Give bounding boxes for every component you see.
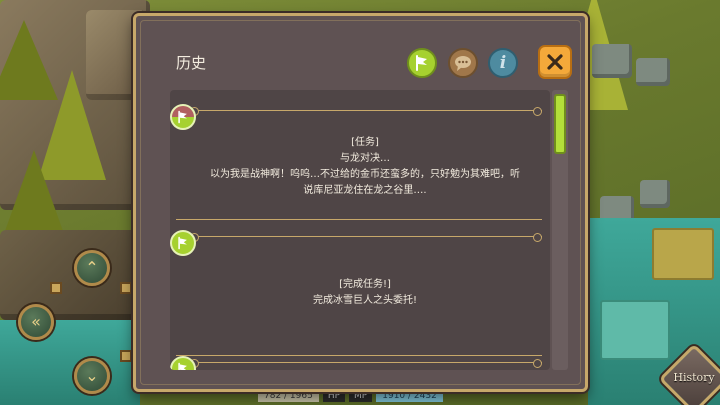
double-chevron-left-icon[interactable]: « (18, 304, 54, 340)
close-icon (547, 54, 563, 70)
chat-bubble-icon (455, 56, 471, 71)
quest-flag-icon (178, 236, 187, 250)
entry-text: [完成任务!] 完成冰雪巨人之头委托! (198, 277, 532, 309)
info-filter-button[interactable]: i (488, 48, 518, 78)
hud-marker (50, 282, 62, 294)
entry-line: [完成任务!] (339, 279, 391, 290)
log-scrollbar[interactable] (552, 90, 568, 370)
entry-quest-badge (170, 356, 196, 370)
entry-line: 与龙对决… (340, 153, 390, 164)
floor-tile (600, 300, 670, 360)
entry-quest-badge (170, 230, 196, 256)
chat-filter-button[interactable] (448, 48, 478, 78)
quest-flag-icon (416, 55, 427, 71)
stone-block (640, 180, 670, 208)
quest-flag-icon (178, 362, 187, 370)
info-icon: i (499, 53, 507, 73)
stone-block (636, 58, 670, 86)
history-log-list[interactable]: [任务] 与龙对决… 以为我是战神啊！呜呜…不过给的金币还蛮多的，只好勉为其难吧… (170, 90, 550, 370)
entry-line: 完成冰雪巨人之头委托! (312, 295, 417, 306)
history-button-label[interactable]: History (666, 371, 720, 384)
entry-line: [任务] (351, 137, 379, 148)
quest-flag-icon (178, 110, 187, 124)
entry-line: 说库尼亚龙住在龙之谷里…. (303, 185, 427, 196)
history-entry (170, 356, 542, 370)
entry-quest-badge (170, 104, 196, 130)
quest-filter-button[interactable] (407, 48, 437, 78)
double-chevron-up-icon[interactable]: ⌃ (74, 250, 110, 286)
close-button[interactable] (538, 45, 572, 79)
hud-marker (120, 350, 132, 362)
history-entry: [任务] 与龙对决… 以为我是战神啊！呜呜…不过给的金币还蛮多的，只好勉为其难吧… (170, 104, 542, 220)
stone-block (592, 44, 632, 78)
floor-tile (652, 228, 714, 280)
double-chevron-down-icon[interactable]: ⌄ (74, 358, 110, 394)
hud-marker (120, 282, 132, 294)
entry-line: 以为我是战神啊！呜呜…不过给的金币还蛮多的，只好勉为其难吧，听 (210, 169, 520, 180)
history-panel: 历史 i [任务] 与龙对决… 以为我是战神啊！呜呜…不过给的金币还蛮多的，只好… (133, 13, 588, 392)
entry-text: [任务] 与龙对决… 以为我是战神啊！呜呜…不过给的金币还蛮多的，只好勉为其难吧… (198, 135, 532, 199)
panel-title: 历史 (176, 54, 207, 72)
history-entry: [完成任务!] 完成冰雪巨人之头委托! (170, 230, 542, 356)
rock-cliff (0, 230, 140, 320)
scrollbar-thumb[interactable] (554, 94, 566, 154)
